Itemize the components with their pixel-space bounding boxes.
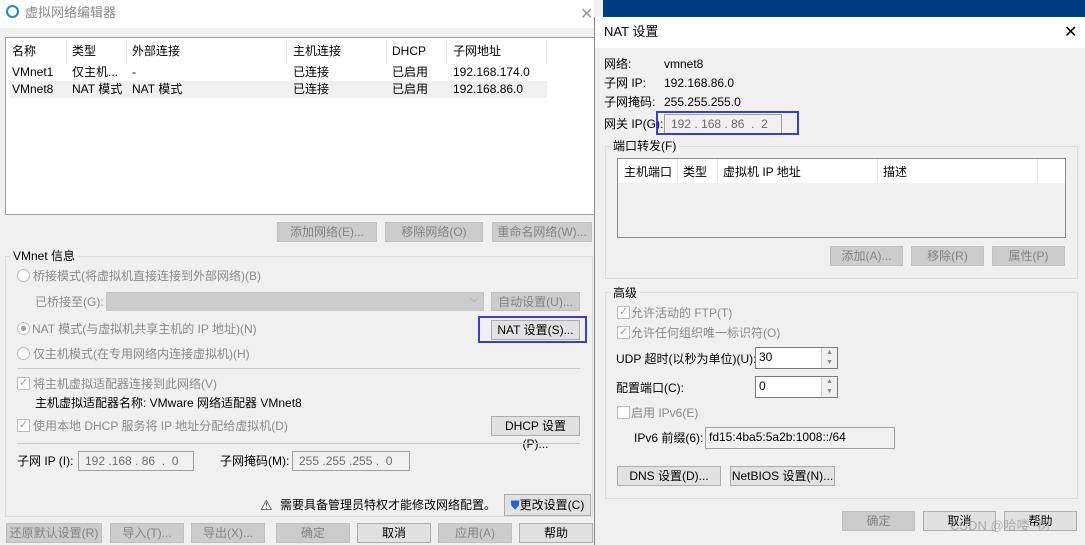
chevron-down-icon: ⌵ [470,294,478,305]
config-port-label: 配置端口(C): [616,381,684,395]
restore-defaults-button[interactable]: 还原默认设置(R) [6,523,102,543]
highlight-box [478,316,587,343]
udp-timeout-label: UDP 超时(以秒为单位)(U): [616,352,757,366]
col-header-dhcp[interactable]: DHCP [392,44,426,58]
auto-settings-button[interactable]: 自动设置(U)... [491,292,580,311]
col-header-type[interactable]: 类型 [683,165,707,179]
col-header-description[interactable]: 描述 [883,165,907,179]
subnet-mask-field[interactable]: 255 .255 .255 . 0 [292,451,410,471]
bridged-label: 桥接模式(将虚拟机直接连接到外部网络)(B) [33,269,261,283]
subnet-ip-value: 192.168.86.0 [664,76,735,90]
subnet-mask-label: 子网掩码: [604,95,656,109]
ipv6-prefix-field[interactable]: fd15:4ba5:5a2b:1008::/64 [705,427,895,449]
close-icon[interactable]: ✕ [580,4,593,24]
col-header-subnet[interactable]: 子网地址 [453,44,501,58]
col-header-name[interactable]: 名称 [12,44,36,58]
close-icon[interactable]: ✕ [1064,22,1077,42]
subnet-ip-label: 子网 IP (I): [17,454,74,468]
use-dhcp-checkbox[interactable]: ✓ [17,419,30,432]
netbios-settings-button[interactable]: NetBIOS 设置(N)... [730,466,835,486]
export-button[interactable]: 导出(X)... [191,523,265,543]
dhcp-settings-button[interactable]: DHCP 设置(P)... [491,416,580,451]
properties-button[interactable]: 属性(P) [992,246,1065,266]
network-label: 网络: [604,57,632,71]
adapter-name: 主机虚拟适配器名称: VMware 网络适配器 VMnet8 [35,396,302,410]
enable-ipv6-label: 启用 IPv6(E) [631,406,699,420]
port-forward-label: 端口转发(F) [610,139,680,153]
bridged-to-dropdown[interactable]: ⌵ [106,292,484,311]
remove-network-button[interactable]: 移除网络(O) [385,222,483,242]
nat-title: NAT 设置 [604,24,659,39]
col-header-host-port[interactable]: 主机端口 [624,165,672,179]
col-header-external[interactable]: 外部连接 [132,44,180,58]
ipv6-prefix-label: IPv6 前缀(6): [634,431,704,445]
change-settings-button[interactable]: ⛊更改设置(C) [504,494,591,516]
globe-icon [6,5,19,18]
udp-timeout-stepper[interactable]: 30 ▲ ▼ [755,347,838,369]
allow-oui-label: 允许任何组织唯一标识符(O) [631,326,781,340]
gateway-label: 网关 IP(G): [604,117,664,131]
nat-radio[interactable] [17,322,30,335]
subnet-mask-label: 子网掩码(M): [220,454,290,468]
subnet-mask-value: 255.255.255.0 [664,95,741,109]
background-window [603,0,1085,18]
watermark: CSDN @哈喽~树 [950,518,1051,533]
enable-ipv6-checkbox[interactable] [617,406,630,419]
window-title: 虚拟网络编辑器 [25,5,117,20]
col-header-type[interactable]: 类型 [72,44,96,58]
config-port-stepper[interactable]: 0 ▲ ▼ [755,376,838,398]
advanced-label: 高级 [610,286,641,300]
add-network-button[interactable]: 添加网络(E)... [277,222,377,242]
shield-icon: ⛊ [510,498,520,512]
col-header-host[interactable]: 主机连接 [293,44,341,58]
admin-warning: 需要具备管理员特权才能修改网络配置。 [280,498,497,512]
spin-arrows-icon[interactable]: ▲ ▼ [821,377,837,397]
nat-titlebar [595,17,1085,48]
help-button[interactable]: 帮助 [519,523,593,543]
table-row[interactable]: VMnet8 NAT 模式 NAT 模式 已连接 已启用 192.168.86.… [10,81,547,98]
allow-ftp-checkbox[interactable]: ✓ [617,306,630,319]
nat-label: NAT 模式(与虚拟机共享主机的 IP 地址)(N) [32,322,257,336]
host-only-label: 仅主机模式(在专用网络内连接虚拟机)(H) [33,347,250,361]
import-button[interactable]: 导入(T)... [110,523,184,543]
connect-adapter-label: 将主机虚拟适配器连接到此网络(V) [33,377,217,391]
host-only-radio[interactable] [17,347,30,360]
col-header-vm-ip[interactable]: 虚拟机 IP 地址 [723,165,801,179]
cancel-button[interactable]: 取消 [357,523,431,543]
subnet-ip-field[interactable]: 192 .168 . 86 . 0 [78,451,194,471]
remove-port-button[interactable]: 移除(R) [911,246,984,266]
use-dhcp-label: 使用本地 DHCP 服务将 IP 地址分配给虚拟机(D) [33,419,288,433]
connect-adapter-checkbox[interactable]: ✓ [17,377,30,390]
vmnet-info-label: VMnet 信息 [10,249,79,263]
allow-oui-checkbox[interactable]: ✓ [617,326,630,339]
table-row[interactable]: VMnet1 仅主机... - 已连接 已启用 192.168.174.0 [10,64,547,81]
bridged-to-label: 已桥接至(G): [35,295,104,309]
add-port-button[interactable]: 添加(A)... [830,246,903,266]
warning-icon: ⚠ [260,497,273,513]
bridged-radio[interactable] [17,269,30,282]
highlight-box [656,111,799,135]
rename-network-button[interactable]: 重命名网络(W)... [492,222,592,242]
dns-settings-button[interactable]: DNS 设置(D)... [617,466,721,486]
subnet-ip-label: 子网 IP: [604,76,647,90]
allow-ftp-label: 允许活动的 FTP(T) [631,306,733,320]
network-value: vmnet8 [664,57,704,71]
nat-ok-button[interactable]: 确定 [842,511,915,531]
ok-button[interactable]: 确定 [276,523,350,543]
spin-arrows-icon[interactable]: ▲ ▼ [821,348,837,368]
apply-button[interactable]: 应用(A) [438,523,512,543]
